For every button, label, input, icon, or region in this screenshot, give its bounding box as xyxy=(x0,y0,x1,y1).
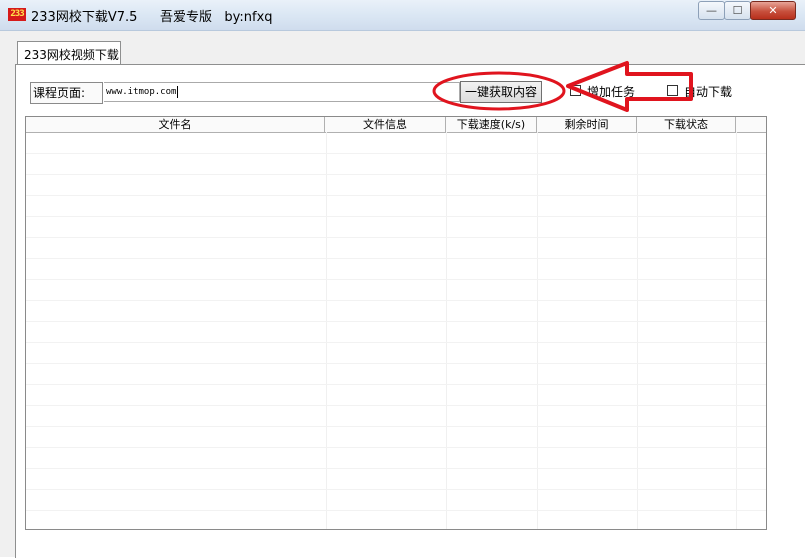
annotation-overlay xyxy=(432,61,693,112)
highlight-ellipse xyxy=(432,71,566,111)
app-window: 233 233网校下载V7.5 吾爱专版 by:nfxq — ☐ ✕ 233网校… xyxy=(0,0,805,558)
pointing-arrow xyxy=(566,61,693,112)
